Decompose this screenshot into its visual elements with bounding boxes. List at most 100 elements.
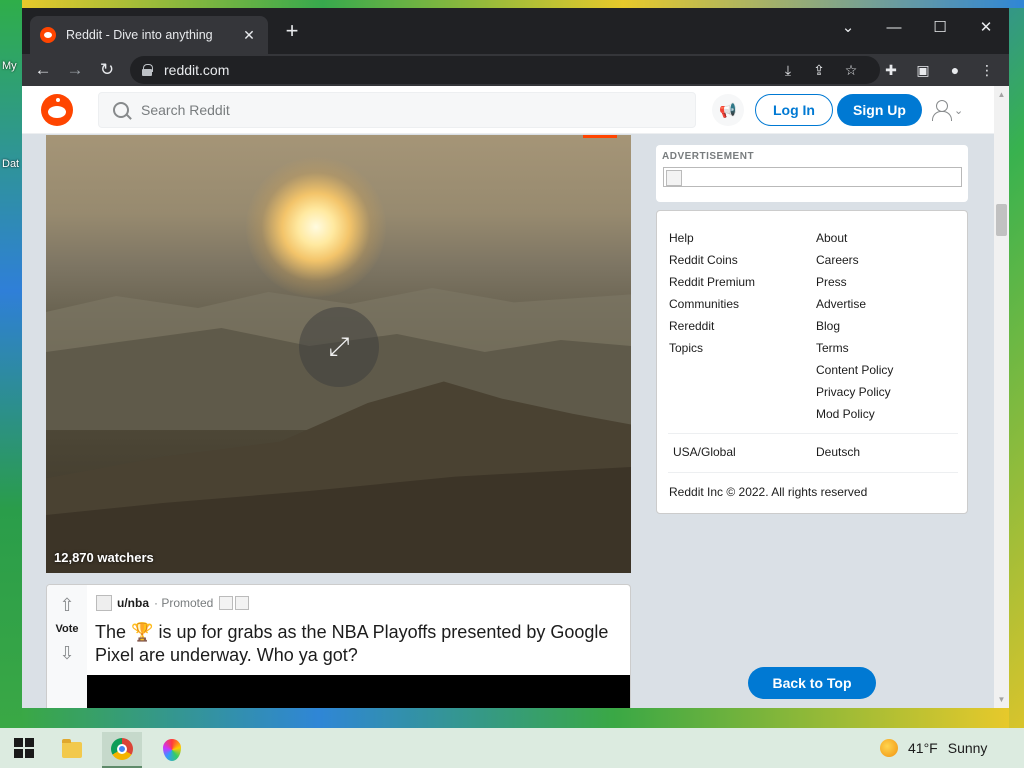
footer-links-box: Help Reddit Coins Reddit Premium Communi… bbox=[656, 210, 968, 514]
scroll-down-arrow-icon[interactable]: ▼ bbox=[994, 692, 1009, 707]
post-title-end: is up for grabs as the NBA Playoffs pres… bbox=[95, 622, 609, 665]
profile-icon[interactable]: ● bbox=[943, 58, 967, 82]
side-panel-icon[interactable]: ▣ bbox=[911, 58, 935, 82]
post-title[interactable]: The 🏆 is up for grabs as the NBA Playoff… bbox=[95, 621, 625, 667]
close-window-button[interactable]: ✕ bbox=[963, 12, 1009, 42]
temperature: 41°F bbox=[908, 740, 938, 756]
footer-link[interactable]: Privacy Policy bbox=[816, 381, 893, 403]
footer-link[interactable]: Reddit Coins bbox=[669, 249, 755, 271]
user-menu-dropdown[interactable]: ⌄ bbox=[932, 98, 972, 122]
browser-tab[interactable]: Reddit - Dive into anything ✕ bbox=[30, 16, 268, 54]
live-badge-edge bbox=[583, 135, 617, 138]
menu-kebab-icon[interactable]: ⋮ bbox=[975, 58, 999, 82]
desktop-background: My Dat bbox=[0, 0, 22, 728]
taskbar: 41°F Sunny bbox=[0, 728, 1024, 768]
footer-divider bbox=[668, 433, 958, 434]
language-link[interactable]: Deutsch bbox=[816, 445, 860, 459]
windows-start-icon[interactable] bbox=[8, 736, 40, 760]
new-tab-button[interactable]: + bbox=[280, 20, 304, 44]
paint-app-icon[interactable] bbox=[152, 732, 192, 768]
footer-link[interactable]: Help bbox=[669, 227, 755, 249]
post-title-start: The bbox=[95, 622, 127, 642]
reddit-header: 📢 Log In Sign Up ⌄ bbox=[22, 86, 994, 134]
advertise-megaphone-icon[interactable]: 📢 bbox=[712, 94, 744, 126]
desktop-background-bottom bbox=[22, 708, 1009, 728]
footer-link[interactable]: Terms bbox=[816, 337, 893, 359]
footer-link[interactable]: Content Policy bbox=[816, 359, 893, 381]
broken-image-icon bbox=[235, 596, 250, 610]
footer-link[interactable]: Press bbox=[816, 271, 893, 293]
subreddit-link[interactable]: u/nba bbox=[117, 596, 149, 610]
footer-divider bbox=[668, 472, 958, 473]
forward-arrow-icon[interactable]: → bbox=[62, 57, 88, 83]
footer-link[interactable]: Reddit Premium bbox=[669, 271, 755, 293]
upvote-arrow-icon[interactable]: ⇧ bbox=[57, 595, 77, 615]
footer-link[interactable]: About bbox=[816, 227, 893, 249]
weather-condition: Sunny bbox=[947, 740, 988, 756]
language-link[interactable]: USA/Global bbox=[673, 445, 736, 459]
footer-link[interactable]: Mod Policy bbox=[816, 403, 893, 425]
advertisement-box: ADVERTISEMENT bbox=[656, 145, 968, 202]
lock-icon bbox=[142, 64, 153, 76]
desktop-icon-label[interactable]: My bbox=[2, 60, 17, 72]
footer-col-left: Help Reddit Coins Reddit Premium Communi… bbox=[669, 227, 755, 359]
promoted-post[interactable]: ⇧ Vote ⇩ u/nba · Promoted The 🏆 is up fo… bbox=[46, 584, 631, 708]
vote-column: ⇧ Vote ⇩ bbox=[47, 585, 87, 708]
post-meta: u/nba · Promoted bbox=[96, 595, 250, 611]
close-tab-icon[interactable]: ✕ bbox=[240, 26, 258, 44]
downvote-arrow-icon[interactable]: ⇩ bbox=[57, 643, 77, 663]
copyright-text: Reddit Inc © 2022. All rights reserved bbox=[669, 485, 868, 499]
footer-link[interactable]: Careers bbox=[816, 249, 893, 271]
watcher-count: 12,870 watchers bbox=[54, 550, 154, 565]
login-button[interactable]: Log In bbox=[755, 94, 833, 126]
chrome-icon[interactable] bbox=[102, 732, 142, 768]
minimize-button[interactable]: — bbox=[871, 12, 917, 42]
footer-link[interactable]: Advertise bbox=[816, 293, 893, 315]
user-icon bbox=[932, 100, 952, 121]
live-video-player[interactable]: ⤢ 12,870 watchers bbox=[46, 135, 631, 573]
browser-toolbar: ← → ↻ reddit.com ⤓ ⇪ ☆ ✚ ▣ ● ⋮ bbox=[22, 54, 1009, 86]
scrollbar-thumb[interactable] bbox=[996, 204, 1007, 236]
footer-col-right: About Careers Press Advertise Blog Terms… bbox=[816, 227, 893, 425]
subreddit-avatar-icon bbox=[96, 595, 112, 611]
desktop-icon-label[interactable]: Dat bbox=[2, 158, 19, 170]
tab-search-icon[interactable]: ⌄ bbox=[825, 12, 871, 42]
promoted-label: · Promoted bbox=[154, 596, 214, 610]
reddit-logo-icon[interactable] bbox=[41, 94, 73, 126]
tab-title: Reddit - Dive into anything bbox=[66, 28, 213, 42]
post-media[interactable] bbox=[87, 675, 630, 708]
extensions-puzzle-icon[interactable]: ✚ bbox=[879, 58, 903, 82]
footer-link[interactable]: Topics bbox=[669, 337, 755, 359]
ad-label: ADVERTISEMENT bbox=[662, 151, 755, 162]
file-explorer-icon[interactable] bbox=[52, 732, 92, 768]
vote-label: Vote bbox=[55, 623, 79, 635]
weather-widget[interactable]: 41°F Sunny bbox=[880, 739, 987, 757]
trophy-icon: 🏆 bbox=[131, 622, 154, 642]
broken-image-icon bbox=[219, 596, 234, 610]
chevron-down-icon: ⌄ bbox=[954, 104, 964, 117]
search-box[interactable] bbox=[98, 92, 696, 128]
reddit-favicon-icon bbox=[40, 27, 56, 43]
sun-cloud-icon bbox=[880, 739, 898, 757]
install-app-icon[interactable]: ⤓ bbox=[776, 58, 800, 82]
scroll-up-arrow-icon[interactable]: ▲ bbox=[994, 87, 1009, 102]
address-bar[interactable]: reddit.com bbox=[130, 56, 880, 84]
maximize-button[interactable]: ☐ bbox=[917, 12, 963, 42]
scrollbar-track[interactable] bbox=[994, 86, 1009, 708]
share-icon[interactable]: ⇪ bbox=[807, 58, 831, 82]
search-icon bbox=[113, 102, 129, 118]
bookmark-star-icon[interactable]: ☆ bbox=[839, 58, 863, 82]
back-arrow-icon[interactable]: ← bbox=[30, 57, 56, 83]
browser-window: Reddit - Dive into anything ✕ + ⌄ — ☐ ✕ … bbox=[22, 8, 1009, 708]
back-to-top-button[interactable]: Back to Top bbox=[748, 667, 876, 699]
footer-link[interactable]: Communities bbox=[669, 293, 755, 315]
tab-bar: Reddit - Dive into anything ✕ + ⌄ — ☐ ✕ bbox=[22, 8, 1009, 54]
footer-link[interactable]: Rereddit bbox=[669, 315, 755, 337]
search-input[interactable] bbox=[141, 102, 641, 118]
video-frame-sun bbox=[246, 157, 386, 297]
signup-button[interactable]: Sign Up bbox=[837, 94, 922, 126]
footer-link[interactable]: Blog bbox=[816, 315, 893, 337]
expand-fullscreen-icon[interactable]: ⤢ bbox=[299, 307, 379, 387]
reload-icon[interactable]: ↻ bbox=[94, 57, 120, 83]
ad-image-placeholder[interactable] bbox=[663, 167, 962, 187]
